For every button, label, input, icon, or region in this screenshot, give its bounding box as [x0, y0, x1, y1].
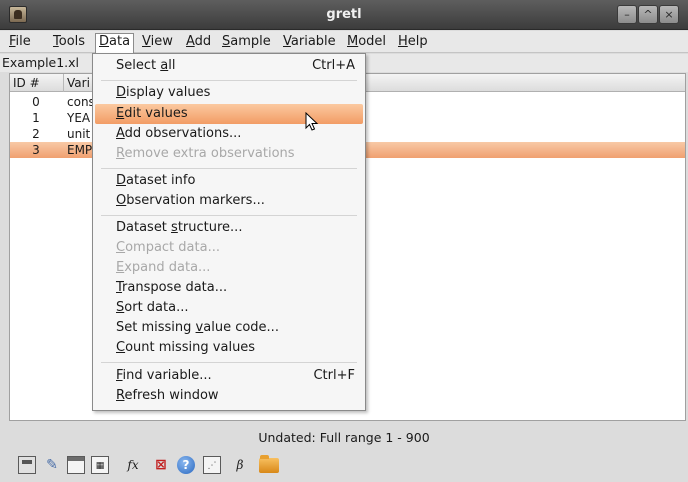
menu-add[interactable]: Add: [183, 34, 214, 52]
menu-item-count-missing-values[interactable]: Count missing values: [93, 338, 365, 358]
menu-item-refresh-window[interactable]: Refresh window: [93, 386, 365, 406]
menu-item-display-values[interactable]: Display values: [93, 83, 365, 103]
menu-separator: [101, 80, 357, 81]
menu-item-select-all[interactable]: Select all Ctrl+A: [93, 56, 365, 76]
session-icon-view-icon[interactable]: ▦: [91, 456, 109, 474]
column-header-variable[interactable]: Vari: [67, 76, 90, 90]
row-id: 3: [32, 143, 40, 157]
mouse-pointer-icon: [305, 112, 319, 131]
row-variable-name: cons: [67, 95, 95, 109]
title-bar: gretl – ^ ×: [0, 0, 688, 30]
menu-sample[interactable]: Sample: [219, 34, 274, 52]
menu-bar: File Tools Data View Add Sample Variable…: [0, 31, 688, 54]
menu-separator: [101, 215, 357, 216]
column-separator[interactable]: [63, 74, 64, 92]
row-id: 2: [32, 127, 40, 141]
menu-item-dataset-structure[interactable]: Dataset structure...: [93, 218, 365, 238]
graph-scatter-icon[interactable]: ⋰: [203, 456, 221, 474]
shortcut-label: Ctrl+A: [312, 58, 355, 73]
menu-separator: [101, 362, 357, 363]
menu-data[interactable]: Data: [95, 33, 135, 54]
column-header-id[interactable]: ID #: [13, 76, 40, 90]
row-id: 0: [32, 95, 40, 109]
menu-item-observation-markers[interactable]: Observation markers...: [93, 191, 365, 211]
menu-item-sort-data[interactable]: Sort data...: [93, 298, 365, 318]
edit-script-icon[interactable]: ✎: [43, 456, 61, 474]
row-variable-name: EMP: [67, 143, 93, 157]
menu-variable[interactable]: Variable: [280, 34, 339, 52]
menu-separator: [101, 168, 357, 169]
menu-help[interactable]: Help: [395, 34, 431, 52]
menu-item-find-variable[interactable]: Find variable... Ctrl+F: [93, 366, 365, 386]
menu-item-remove-extra-observations[interactable]: Remove extra observations: [93, 144, 365, 164]
minimize-button[interactable]: –: [617, 5, 637, 24]
menu-model[interactable]: Model: [344, 34, 389, 52]
window-title: gretl: [326, 7, 362, 22]
data-menu-dropdown: Select all Ctrl+A Display values Edit va…: [92, 53, 366, 411]
maximize-button[interactable]: ^: [638, 5, 658, 24]
menu-item-expand-data[interactable]: Expand data...: [93, 258, 365, 278]
menu-item-dataset-info[interactable]: Dataset info: [93, 171, 365, 191]
menu-item-transpose-data[interactable]: Transpose data...: [93, 278, 365, 298]
menu-item-set-missing-value-code[interactable]: Set missing value code...: [93, 318, 365, 338]
row-id: 1: [32, 111, 40, 125]
menu-view[interactable]: View: [139, 34, 176, 52]
menu-tools[interactable]: Tools: [50, 34, 88, 52]
toolbar: ✎ ▦ fx ⊠ ? ⋰ β: [0, 450, 688, 480]
terminal-icon[interactable]: [67, 456, 85, 474]
close-button[interactable]: ×: [659, 5, 679, 24]
status-bar: Undated: Full range 1 - 900: [258, 430, 430, 445]
function-packages-icon[interactable]: fx: [122, 456, 144, 474]
menu-item-add-observations[interactable]: Add observations...: [93, 124, 365, 144]
shortcut-label: Ctrl+F: [313, 368, 355, 383]
menu-item-edit-values[interactable]: Edit values: [95, 104, 363, 124]
model-ols-icon[interactable]: β: [231, 456, 249, 474]
open-folder-icon[interactable]: [259, 455, 279, 473]
user-guide-pdf-icon[interactable]: ⊠: [152, 456, 170, 474]
row-variable-name: YEA: [67, 111, 91, 125]
menu-file[interactable]: File: [6, 34, 34, 52]
menu-item-compact-data[interactable]: Compact data...: [93, 238, 365, 258]
calculator-icon[interactable]: [18, 456, 36, 474]
row-variable-name: unit: [67, 127, 91, 141]
help-icon[interactable]: ?: [177, 456, 195, 474]
